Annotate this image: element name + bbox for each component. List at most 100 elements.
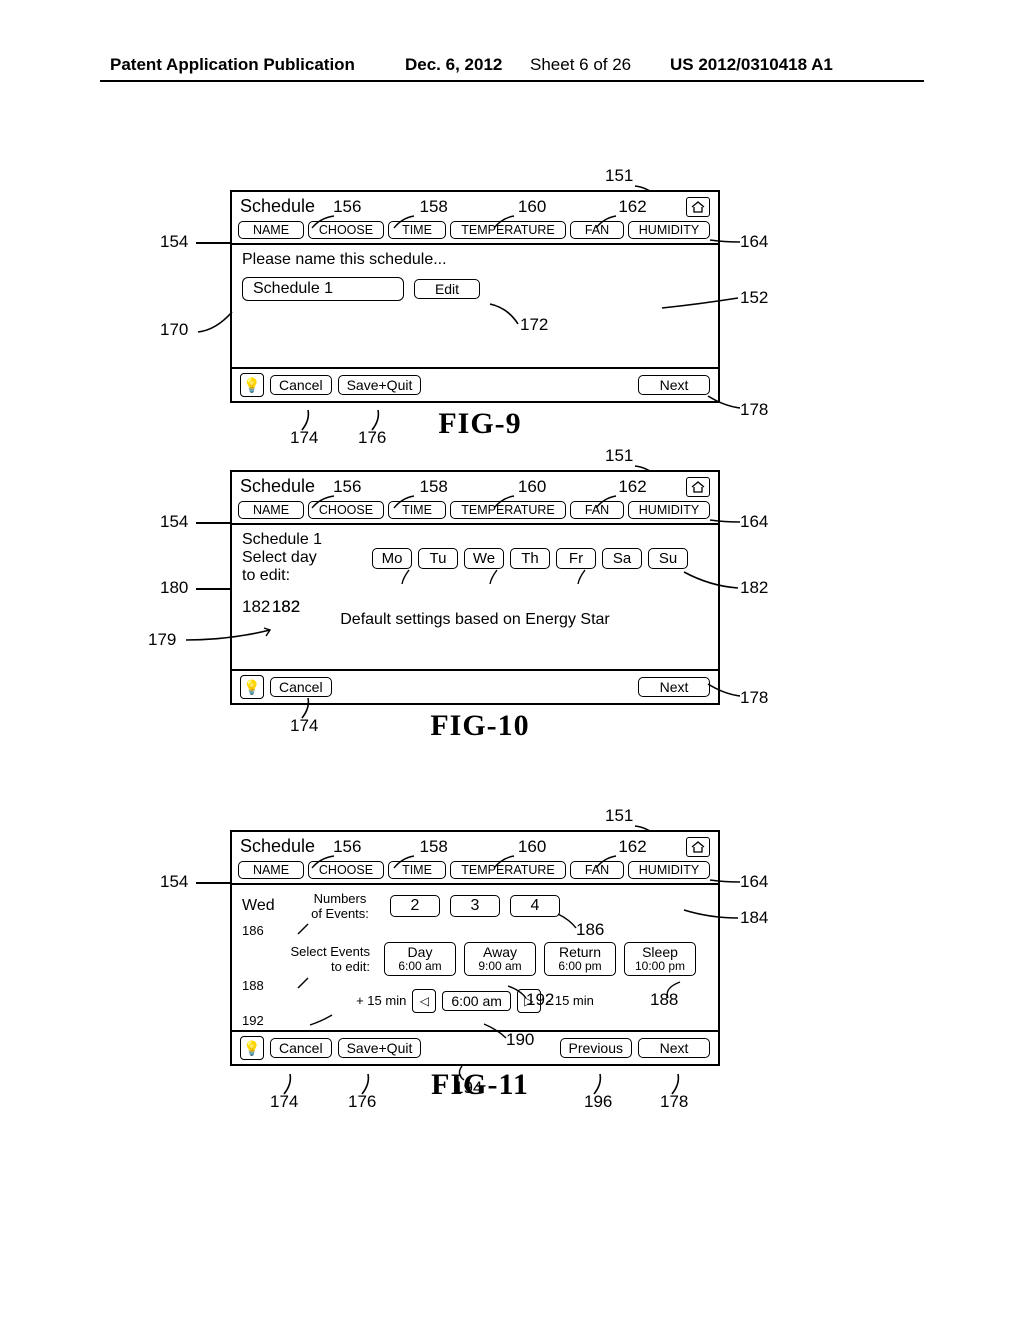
panel-fig10: Schedule 156 158 160 162 NA [230, 470, 720, 705]
day-row: Mo Tu We Th Fr Sa Su [372, 548, 688, 569]
ref-186: 186 [242, 923, 290, 938]
day-th[interactable]: Th [510, 548, 550, 569]
event-sleep[interactable]: Sleep 10:00 pm [624, 942, 696, 976]
header-sheet: Sheet 6 of 26 [530, 55, 631, 75]
tab-humidity[interactable]: HUMIDITY [628, 861, 710, 879]
edit-button[interactable]: Edit [414, 279, 480, 299]
panel-body: Schedule 1 Select day to edit: Mo Tu We … [232, 525, 718, 669]
select-events-label-1: Select Events [242, 944, 370, 959]
panel-body: Wed Numbers of Events: 2 3 4 186 [232, 885, 718, 1030]
day-su[interactable]: Su [648, 548, 688, 569]
day-sa[interactable]: Sa [602, 548, 642, 569]
ref-158: 158 [420, 837, 448, 856]
num-events-4[interactable]: 4 [510, 895, 560, 917]
title-text: Schedule [240, 836, 315, 856]
header-publication: Patent Application Publication [110, 55, 355, 75]
header-pubno: US 2012/0310418 A1 [670, 55, 833, 75]
page: Patent Application Publication Dec. 6, 2… [0, 0, 1024, 1320]
home-icon[interactable] [686, 197, 710, 217]
event-name: Day [385, 944, 455, 960]
day-label: Wed [242, 897, 290, 915]
lightbulb-icon: 💡 [243, 378, 260, 392]
ref-192: 192 [242, 1013, 302, 1028]
prompt-text: Please name this schedule... [242, 251, 708, 269]
ref-162: 162 [618, 837, 646, 856]
help-icon[interactable]: 💡 [240, 373, 264, 397]
tab-name[interactable]: NAME [238, 861, 304, 879]
ref-160: 160 [518, 197, 546, 216]
ref-154: 154 [160, 512, 188, 532]
ref-164: 164 [740, 512, 768, 532]
select-day-label-1: Select day [242, 549, 362, 567]
event-day[interactable]: Day 6:00 am [384, 942, 456, 976]
title-schedule: Schedule 156 158 160 162 [240, 196, 647, 217]
home-icon[interactable] [686, 837, 710, 857]
time-value: 6:00 am [442, 991, 511, 1011]
ref-182: 182 [740, 578, 768, 598]
ref-151: 151 [605, 446, 633, 466]
ref-156: 156 [333, 837, 361, 856]
panel-body: Please name this schedule... Schedule 1 … [232, 245, 718, 367]
tab-row: NAME CHOOSE TIME TEMPERATURE FAN HUMIDIT… [232, 219, 718, 245]
next-button[interactable]: Next [638, 1038, 710, 1058]
ref-192: 192 [526, 990, 554, 1010]
ref-158: 158 [420, 197, 448, 216]
tab-humidity[interactable]: HUMIDITY [628, 501, 710, 519]
ref-178: 178 [740, 400, 768, 420]
save-quit-button[interactable]: Save+Quit [338, 1038, 422, 1058]
ref-162: 162 [618, 197, 646, 216]
title-text: Schedule [240, 476, 315, 496]
next-button[interactable]: Next [638, 375, 710, 395]
event-time: 10:00 pm [625, 960, 695, 974]
ref-164: 164 [740, 872, 768, 892]
event-name: Sleep [625, 944, 695, 960]
home-icon[interactable] [686, 477, 710, 497]
select-events-label-2: to edit: [242, 959, 370, 974]
event-return[interactable]: Return 6:00 pm [544, 942, 616, 976]
day-mo[interactable]: Mo [372, 548, 412, 569]
save-quit-button[interactable]: Save+Quit [338, 375, 422, 395]
cancel-button[interactable]: Cancel [270, 677, 332, 697]
ref-179: 179 [148, 630, 176, 650]
ref-186: 186 [576, 920, 604, 940]
num-events-3[interactable]: 3 [450, 895, 500, 917]
step-left-button[interactable]: ◁ [412, 989, 436, 1013]
ref-156: 156 [333, 477, 361, 496]
title-text: Schedule [240, 196, 315, 216]
ref-172: 172 [520, 315, 548, 335]
help-icon[interactable]: 💡 [240, 1036, 264, 1060]
select-day-label-2: to edit: [242, 567, 362, 585]
cancel-button[interactable]: Cancel [270, 1038, 332, 1058]
figure-9: 151 Schedule 156 158 160 162 [230, 190, 720, 441]
ref-160: 160 [518, 837, 546, 856]
num-events-2[interactable]: 2 [390, 895, 440, 917]
schedule-name-label: Schedule 1 [242, 531, 362, 549]
ref-156: 156 [333, 197, 361, 216]
ref-182: 182 [242, 597, 330, 617]
ref-180: 180 [160, 578, 188, 598]
event-time: 6:00 pm [545, 960, 615, 974]
lightbulb-icon: 💡 [243, 1041, 260, 1055]
next-button[interactable]: Next [638, 677, 710, 697]
day-fr[interactable]: Fr [556, 548, 596, 569]
ref-152: 152 [740, 288, 768, 308]
tab-name[interactable]: NAME [238, 501, 304, 519]
cancel-button[interactable]: Cancel [270, 375, 332, 395]
day-tu[interactable]: Tu [418, 548, 458, 569]
panel-fig11: Schedule 156 158 160 162 NA [230, 830, 720, 1066]
footer: 💡 Cancel Save+Quit Next [232, 367, 718, 401]
help-icon[interactable]: 💡 [240, 675, 264, 699]
tab-humidity[interactable]: HUMIDITY [628, 221, 710, 239]
ref-190: 190 [506, 1030, 534, 1050]
event-time: 6:00 am [385, 960, 455, 974]
schedule-name-input[interactable]: Schedule 1 [242, 277, 404, 301]
titlebar: Schedule 156 158 160 162 [232, 472, 718, 499]
num-events-row: 2 3 4 [390, 895, 560, 917]
ref-158: 158 [420, 477, 448, 496]
previous-button[interactable]: Previous [560, 1038, 632, 1058]
event-away[interactable]: Away 9:00 am [464, 942, 536, 976]
tab-name[interactable]: NAME [238, 221, 304, 239]
titlebar: Schedule 156 158 160 162 [232, 832, 718, 859]
day-we[interactable]: We [464, 548, 504, 569]
header-rule [100, 80, 924, 82]
